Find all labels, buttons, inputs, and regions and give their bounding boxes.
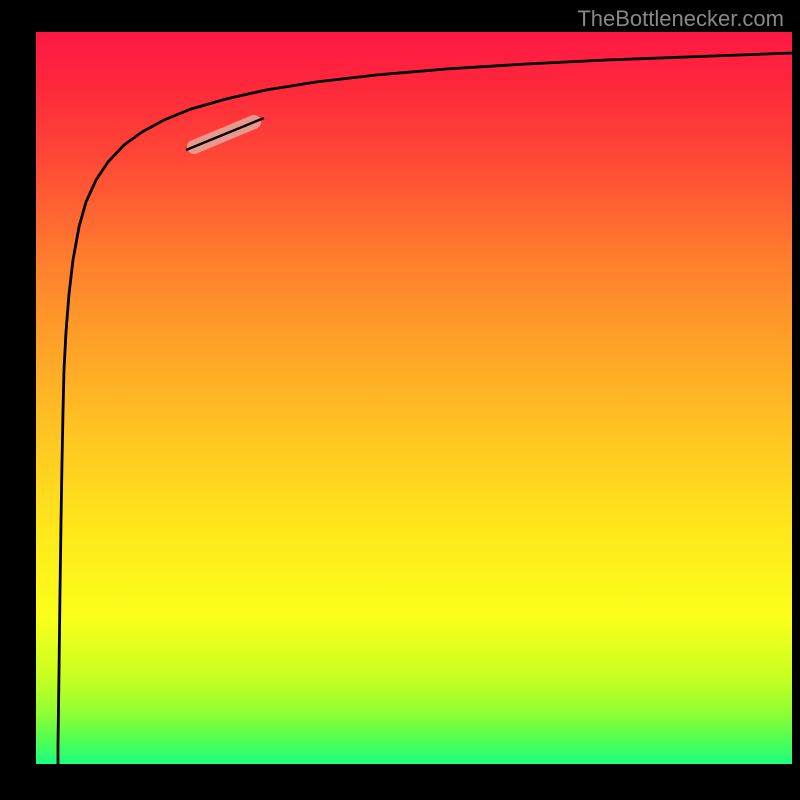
attribution-text: TheBottlenecker.com (577, 6, 784, 32)
bottleneck-curve-line-overlay (186, 118, 264, 150)
frame-right (792, 0, 800, 800)
curve-group (58, 53, 792, 764)
bottleneck-curve-line (58, 53, 792, 764)
chart-svg (36, 32, 792, 764)
frame-left (0, 0, 36, 800)
frame-bottom (0, 764, 800, 800)
